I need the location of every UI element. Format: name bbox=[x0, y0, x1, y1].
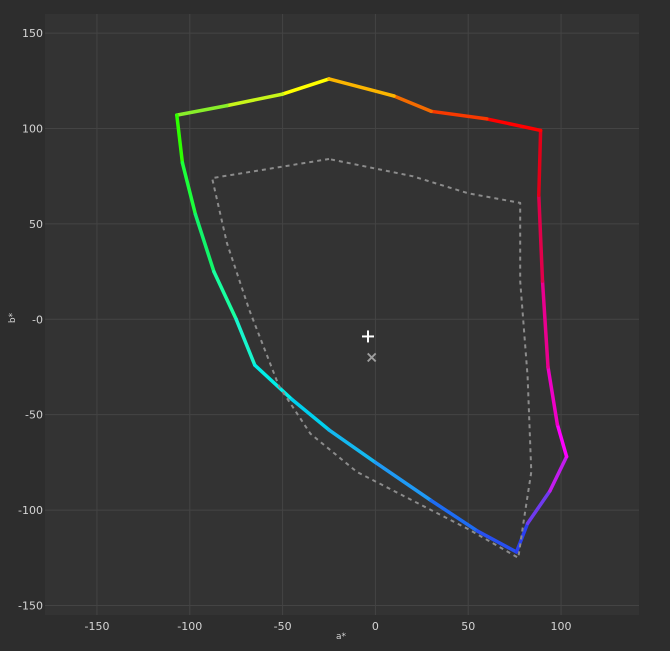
gamut-segment bbox=[537, 128, 543, 198]
x-axis-label: a* bbox=[336, 632, 347, 642]
plot-area bbox=[45, 14, 639, 615]
y-tick-label: 150 bbox=[22, 27, 43, 40]
x-tick-label: -150 bbox=[84, 620, 109, 633]
x-tick-label: -50 bbox=[274, 620, 292, 633]
y-tick-label: 100 bbox=[22, 122, 43, 135]
x-tick-label: -100 bbox=[177, 620, 202, 633]
y-tick-label: -0 bbox=[32, 313, 43, 326]
x-tick-label: 100 bbox=[551, 620, 572, 633]
y-tick-label: 50 bbox=[29, 218, 43, 231]
y-axis-label: b* bbox=[8, 312, 18, 323]
y-tick-label: -150 bbox=[18, 599, 43, 612]
x-tick-label: 0 bbox=[372, 620, 379, 633]
x-tick-label: 50 bbox=[461, 620, 475, 633]
y-tick-label: -100 bbox=[18, 504, 43, 517]
y-tick-label: -50 bbox=[25, 409, 43, 422]
gamut-chart: -150 -100 -50 0 50 100 150 100 50 -0 -50 -100 -150 a… bbox=[8, 14, 639, 642]
